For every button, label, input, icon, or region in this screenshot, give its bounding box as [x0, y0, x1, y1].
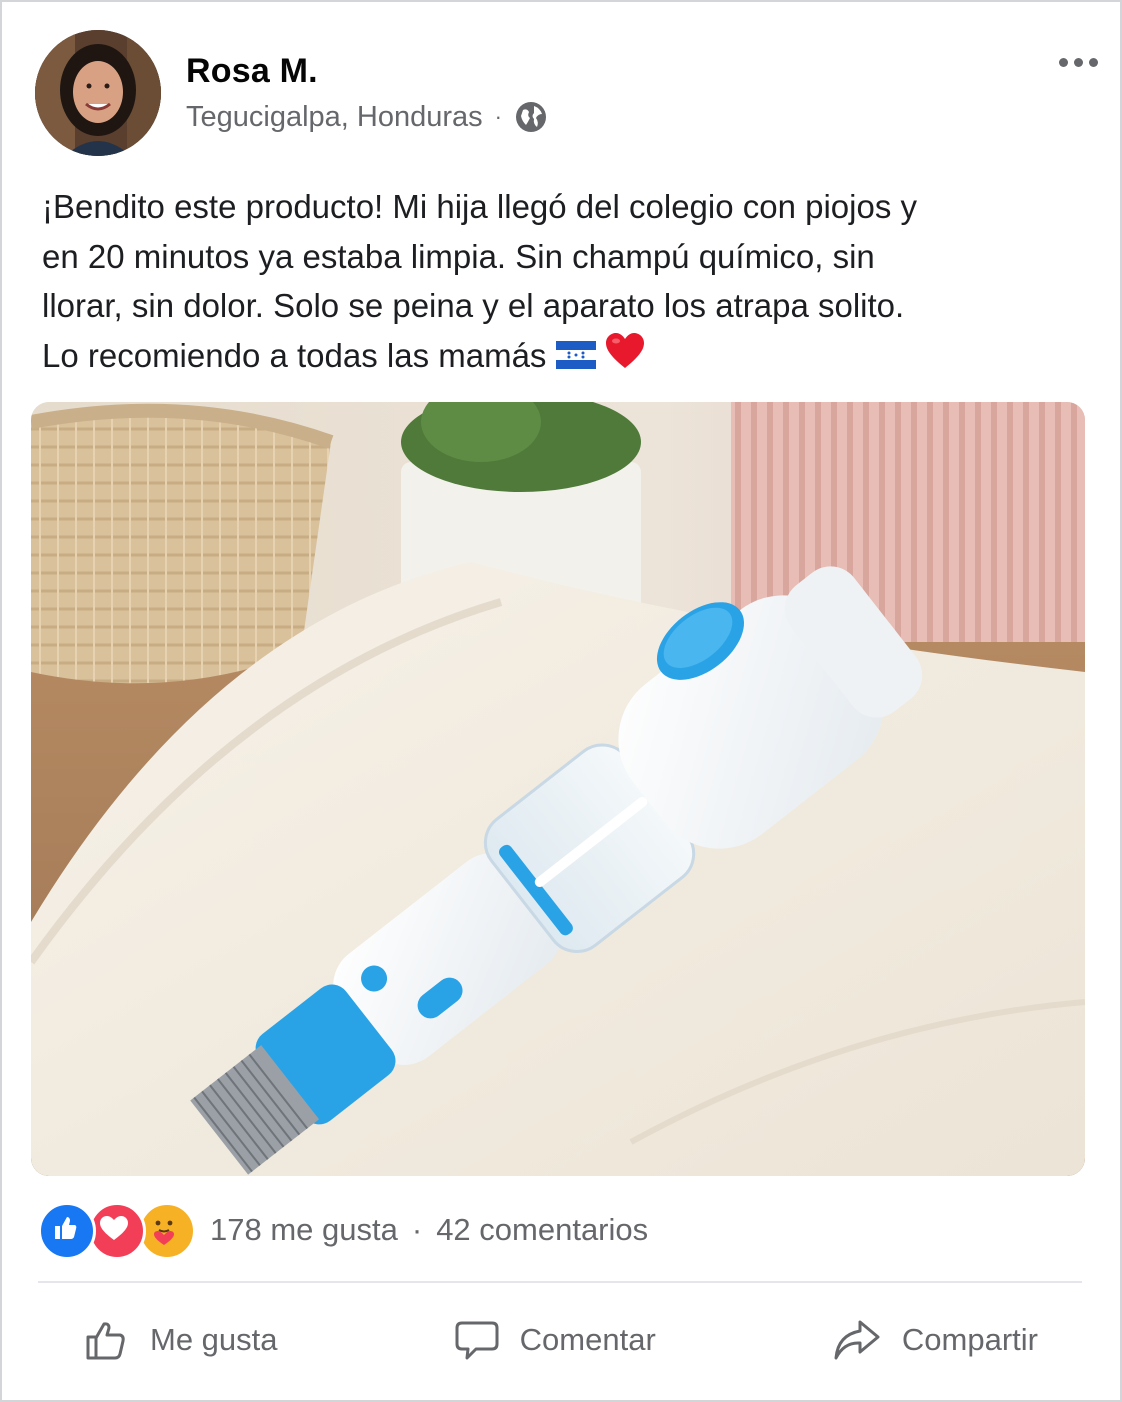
- like-label: Me gusta: [150, 1322, 278, 1357]
- honduras-flag-emoji: [555, 333, 596, 383]
- globe-icon[interactable]: [514, 100, 548, 134]
- author-avatar[interactable]: [35, 30, 161, 156]
- post-meta: Tegucigalpa, Honduras ·: [186, 100, 548, 134]
- comment-bubble-icon: [454, 1317, 500, 1363]
- post-text: ¡Bendito este producto! Mi hija llegó de…: [42, 182, 1042, 384]
- action-bar: Me gusta Comentar Compartir: [38, 1302, 1082, 1378]
- likes-count[interactable]: 178 me gusta: [210, 1212, 398, 1248]
- thumbs-up-icon: [82, 1316, 130, 1364]
- red-heart-emoji: [605, 332, 645, 384]
- share-arrow-icon: [832, 1317, 882, 1363]
- counts-separator: ·: [411, 1212, 423, 1247]
- meta-separator: ·: [494, 104, 502, 129]
- comments-count[interactable]: 42 comentarios: [436, 1212, 648, 1248]
- more-options-icon[interactable]: [1059, 58, 1098, 67]
- post-card: Rosa M. Tegucigalpa, Honduras · ¡Bendito…: [0, 0, 1122, 1402]
- engagement-counts: 178 me gusta · 42 comentarios: [210, 1212, 648, 1248]
- actions-divider: [38, 1281, 1082, 1283]
- reaction-summary[interactable]: [38, 1202, 196, 1260]
- post-photo[interactable]: [31, 402, 1085, 1176]
- comment-button[interactable]: Comentar: [410, 1317, 700, 1363]
- comment-label: Comentar: [519, 1322, 656, 1357]
- like-reaction-icon: [38, 1202, 96, 1260]
- like-button[interactable]: Me gusta: [38, 1316, 322, 1364]
- care-reaction-icon: [138, 1202, 196, 1260]
- share-button[interactable]: Compartir: [788, 1317, 1082, 1363]
- author-name[interactable]: Rosa M.: [186, 52, 318, 91]
- location-label[interactable]: Tegucigalpa, Honduras: [186, 101, 483, 134]
- share-label: Compartir: [901, 1322, 1038, 1357]
- post-body: ¡Bendito este producto! Mi hija llegó de…: [42, 188, 918, 374]
- love-reaction-icon: [88, 1202, 146, 1260]
